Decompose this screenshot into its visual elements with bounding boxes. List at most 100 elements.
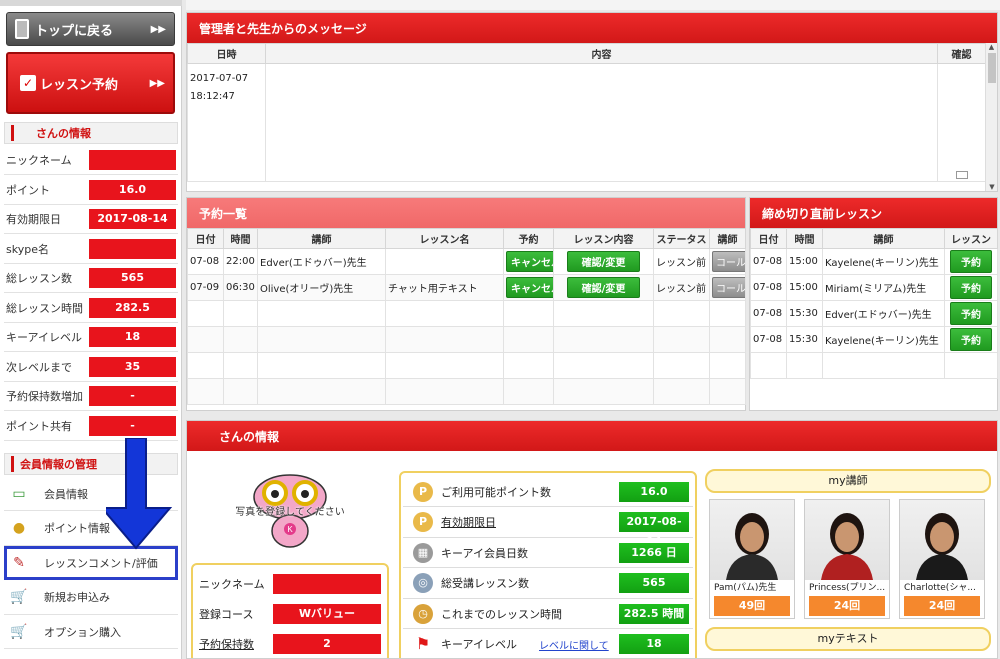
stat-value: 282.5 時間 <box>619 603 689 624</box>
teacher-portrait-icon <box>916 513 968 580</box>
profile-field-value: 2 <box>273 634 381 654</box>
col-header-datetime: 日時 <box>187 43 266 64</box>
teacher-lesson-count: 24回 <box>904 596 980 616</box>
user-info-header-label: さんの情報 <box>36 127 91 140</box>
call-button[interactable]: コール <box>712 277 745 298</box>
col-header: 時間 <box>223 228 258 249</box>
empty-cell <box>709 326 746 353</box>
coins-icon: ● <box>12 520 26 536</box>
back-to-top-button[interactable]: トップに戻る ▶▶ <box>6 12 175 46</box>
p-coin-icon: P <box>413 481 433 502</box>
col-header: 時間 <box>786 228 823 249</box>
scroll-up-arrow-icon[interactable]: ▲ <box>986 43 997 51</box>
cart-icon: 🛒 <box>10 623 28 640</box>
book-lesson-button[interactable]: 予約 <box>950 250 992 273</box>
cancel-button[interactable]: キャンセル <box>506 251 553 272</box>
stat-value: 18 <box>619 634 689 654</box>
dl-book-cell: 予約 <box>944 248 998 275</box>
empty-cell <box>385 300 504 327</box>
res-time: 22:00 <box>223 248 258 275</box>
menu-item-label: レッスンコメント/評価 <box>44 556 158 570</box>
stat-label[interactable]: 有効期限日 <box>441 514 496 530</box>
info-row-label: ポイント共有 <box>6 419 72 433</box>
book-lesson-button[interactable]: 予約 <box>950 328 992 351</box>
empty-cell <box>187 352 224 379</box>
info-row-value <box>89 150 176 170</box>
empty-cell <box>709 300 746 327</box>
info-row: 有効期限日 2017-08-14 <box>4 205 178 234</box>
empty-cell <box>187 378 224 405</box>
dl-time: 15:30 <box>786 326 823 353</box>
scroll-down-arrow-icon[interactable]: ▼ <box>986 183 998 191</box>
teacher-card[interactable]: Charlotte(シャ... 24回 <box>899 499 985 619</box>
book-lesson-button[interactable]: 予約 <box>950 276 992 299</box>
res-date: 07-09 <box>187 274 224 301</box>
col-header: 講師 <box>257 228 386 249</box>
level-info-link[interactable]: レベルに関して <box>539 637 609 652</box>
col-header: ステータス <box>653 228 710 249</box>
empty-cell <box>187 326 224 353</box>
teacher-card[interactable]: Princess(プリン... 24回 <box>804 499 890 619</box>
confirm-change-button[interactable]: 確認/変更 <box>566 251 641 272</box>
teacher-lesson-count: 24回 <box>809 596 885 616</box>
info-row-label: 総レッスン時間 <box>6 301 83 315</box>
col-header: レッスン <box>944 228 998 249</box>
empty-cell <box>653 300 710 327</box>
res-teacher: Edver(エドゥバー)先生 <box>257 248 386 275</box>
empty-cell <box>385 378 504 405</box>
dl-date: 07-08 <box>750 248 787 275</box>
lesson-booking-button[interactable]: ✓ レッスン予約 ▶▶ <box>6 52 175 114</box>
res-time: 06:30 <box>223 274 258 301</box>
dl-book-cell: 予約 <box>944 274 998 301</box>
reservation-row: 07-0822:00Edver(エドゥバー)先生 キャンセル確認/変更レッスン前コ… <box>187 248 746 275</box>
double-chevron-right-icon: ▶▶ <box>150 23 166 35</box>
empty-cell <box>822 352 945 379</box>
messages-scrollbar[interactable]: ▲ ▼ <box>985 43 997 191</box>
info-row-value <box>89 238 176 259</box>
menu-item[interactable]: 🛒 オプション購入 <box>4 615 178 649</box>
info-row-label: ポイント <box>6 183 50 197</box>
confirm-change-button[interactable]: 確認/変更 <box>566 277 641 298</box>
menu-item[interactable]: 🛒 新規お申込み <box>4 581 178 615</box>
info-row: ニックネーム <box>4 146 178 175</box>
call-button[interactable]: コール <box>712 251 745 272</box>
calendar-icon: ▦ <box>413 542 433 563</box>
scroll-thumb[interactable] <box>987 53 996 83</box>
dl-teacher: Kayelene(キーリン)先生 <box>822 248 945 275</box>
blue-down-arrow-annotation <box>106 438 173 550</box>
empty-cell <box>653 378 710 405</box>
info-row: キーアイレベル 18 <box>4 323 178 352</box>
confirm-checkbox[interactable] <box>955 171 968 179</box>
cancel-button[interactable]: キャンセル <box>506 277 553 298</box>
message-row[interactable]: 2017-07-07 18:12:47 <box>187 63 986 182</box>
res-date: 07-08 <box>187 248 224 275</box>
col-header: レッスン内容 <box>553 228 654 249</box>
deadline-table: 日付 時間 講師 レッスン 07-08 15:00 Kayelene(キーリン)先生 予約 0… <box>750 228 998 379</box>
dl-teacher: Miriam(ミリアム)先生 <box>822 274 945 301</box>
back-to-top-label: トップに戻る <box>35 23 114 39</box>
reservations-panel: 予約一覧 日付 時間 講師 レッスン名 予約 レッスン内容 ステータス 講師 07-08 22:… <box>186 197 746 411</box>
empty-cell <box>223 352 258 379</box>
info-row-label: 有効期限日 <box>6 213 61 226</box>
empty-cell <box>653 352 710 379</box>
teacher-card[interactable]: Pam(パム)先生 49回 <box>709 499 795 619</box>
profile-photo-placeholder[interactable]: K 写真を登録してください <box>215 467 365 557</box>
deadline-row: 07-08 15:00 Kayelene(キーリン)先生 予約 <box>750 248 998 275</box>
col-header: 日付 <box>750 228 787 249</box>
teacher-lesson-count: 49回 <box>714 596 790 616</box>
empty-cell <box>553 300 654 327</box>
profile-field-label[interactable]: 予約保持数 <box>199 636 254 652</box>
left-sidebar: トップに戻る ▶▶ ✓ レッスン予約 ▶▶ さんの情報 ニックネームポイント 16… <box>0 0 182 659</box>
empty-cell <box>709 378 746 405</box>
res-lesson-name <box>385 248 504 275</box>
empty-cell <box>223 378 258 405</box>
teacher-portrait-icon <box>821 513 873 580</box>
dl-book-cell: 予約 <box>944 300 998 327</box>
section-bar <box>11 456 14 472</box>
info-row: 総レッスン数 565 <box>4 264 178 293</box>
menu-item[interactable]: ✎ レッスンコメント/評価 <box>4 546 178 580</box>
info-row-value: 16.0 <box>89 179 176 200</box>
p-coin-icon: P <box>413 512 433 532</box>
book-lesson-button[interactable]: 予約 <box>950 302 992 325</box>
res-call-cell: コール <box>709 248 746 275</box>
